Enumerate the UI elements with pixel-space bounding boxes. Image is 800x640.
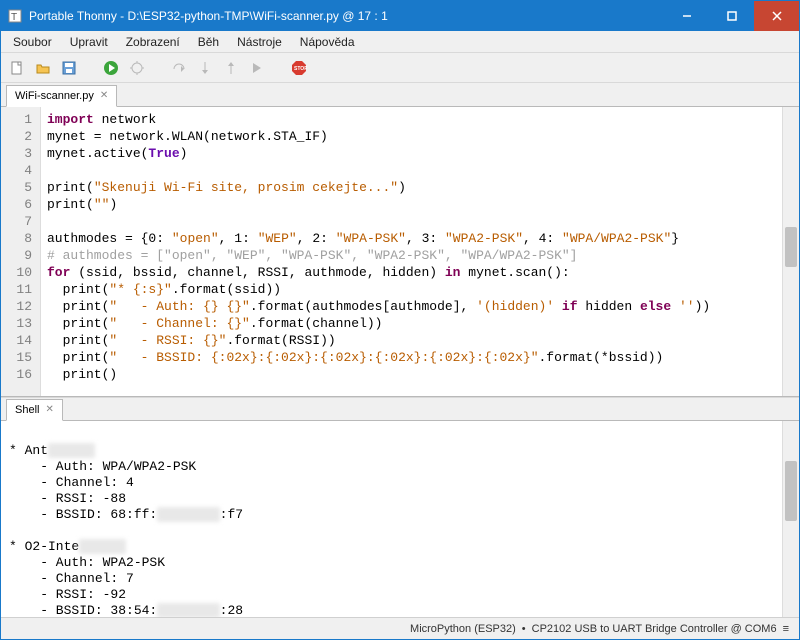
step-out-icon[interactable]	[221, 58, 241, 78]
menu-view[interactable]: Zobrazení	[118, 33, 188, 51]
code-area[interactable]: import network mynet = network.WLAN(netw…	[41, 107, 782, 396]
menu-tools[interactable]: Nástroje	[229, 33, 290, 51]
run-icon[interactable]	[101, 58, 121, 78]
tab-close-icon[interactable]: ✕	[45, 405, 53, 415]
toolbar-separator	[85, 58, 95, 78]
save-file-icon[interactable]	[59, 58, 79, 78]
shell-tab-label: Shell	[15, 404, 39, 416]
shell-tabbar: Shell ✕	[1, 397, 799, 421]
app-icon: T	[7, 8, 23, 24]
tab-shell[interactable]: Shell ✕	[6, 399, 63, 421]
svg-text:STOP: STOP	[294, 66, 307, 72]
new-file-icon[interactable]	[7, 58, 27, 78]
status-menu-icon[interactable]: ≡	[783, 623, 789, 635]
resume-icon[interactable]	[247, 58, 267, 78]
tab-wifi-scanner[interactable]: WiFi-scanner.py ✕	[6, 85, 117, 107]
open-file-icon[interactable]	[33, 58, 53, 78]
debug-icon[interactable]	[127, 58, 147, 78]
window-title: Portable Thonny - D:\ESP32-python-TMP\Wi…	[29, 9, 664, 23]
status-port[interactable]: CP2102 USB to UART Bridge Controller @ C…	[532, 623, 777, 635]
tab-close-icon[interactable]: ✕	[100, 91, 108, 101]
editor-scrollbar[interactable]	[782, 107, 799, 396]
scrollbar-thumb[interactable]	[785, 461, 797, 521]
stop-icon[interactable]: STOP	[289, 58, 309, 78]
menu-help[interactable]: Nápověda	[292, 33, 363, 51]
menu-file[interactable]: Soubor	[5, 33, 60, 51]
step-into-icon[interactable]	[195, 58, 215, 78]
menu-run[interactable]: Běh	[190, 33, 227, 51]
scrollbar-thumb[interactable]	[785, 227, 797, 267]
toolbar-separator	[273, 58, 283, 78]
toolbar: STOP	[1, 53, 799, 83]
svg-text:T: T	[11, 12, 17, 23]
shell-output[interactable]: * Antxxxxxx - Auth: WPA/WPA2-PSK - Chann…	[1, 421, 782, 617]
toolbar-separator	[153, 58, 163, 78]
shell-panel: * Antxxxxxx - Auth: WPA/WPA2-PSK - Chann…	[1, 421, 799, 617]
step-over-icon[interactable]	[169, 58, 189, 78]
editor-tabbar: WiFi-scanner.py ✕	[1, 83, 799, 107]
status-interpreter[interactable]: MicroPython (ESP32)	[410, 623, 516, 635]
close-button[interactable]	[754, 1, 799, 31]
status-bar: MicroPython (ESP32) • CP2102 USB to UART…	[1, 617, 799, 639]
line-gutter: 12345678910111213141516	[1, 107, 41, 396]
shell-scrollbar[interactable]	[782, 421, 799, 617]
code-editor[interactable]: 12345678910111213141516 import network m…	[1, 107, 799, 397]
minimize-button[interactable]	[664, 1, 709, 31]
status-separator: •	[522, 623, 526, 635]
title-bar: T Portable Thonny - D:\ESP32-python-TMP\…	[1, 1, 799, 31]
menu-edit[interactable]: Upravit	[62, 33, 116, 51]
menu-bar: Soubor Upravit Zobrazení Běh Nástroje Ná…	[1, 31, 799, 53]
tab-label: WiFi-scanner.py	[15, 90, 94, 102]
maximize-button[interactable]	[709, 1, 754, 31]
